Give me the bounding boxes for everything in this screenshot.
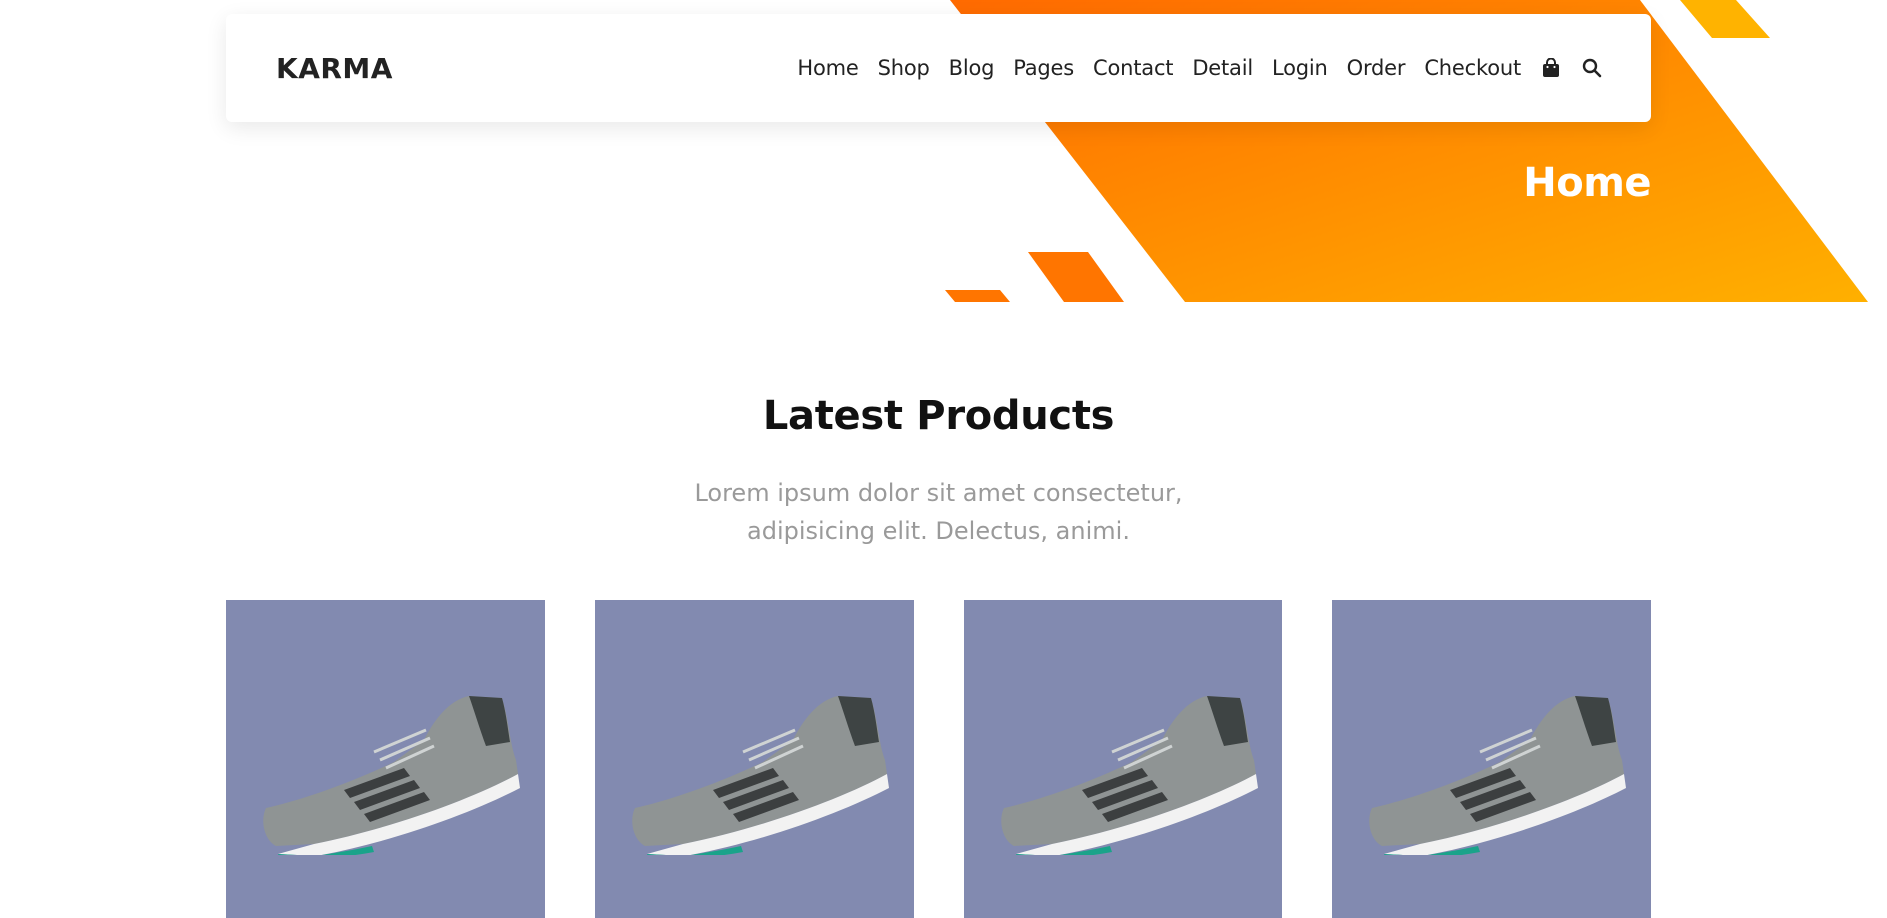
product-card[interactable] (226, 600, 545, 918)
section-title: Latest Products (762, 393, 1115, 439)
sneaker-image (1000, 696, 1258, 855)
sneaker-image (631, 696, 889, 855)
product-card[interactable] (1332, 600, 1651, 918)
sneaker-image (263, 696, 520, 855)
section-subtitle-line-1: Lorem ipsum dolor sit amet consectetur, (694, 479, 1183, 507)
section-subtitle-line-2: adipisicing elit. Delectus, animi. (747, 517, 1130, 545)
nav-login[interactable]: Login (1272, 56, 1328, 80)
nav-contact[interactable]: Contact (1093, 56, 1174, 80)
nav-pages[interactable]: Pages (1013, 56, 1074, 80)
nav-detail[interactable]: Detail (1192, 56, 1253, 80)
product-grid (226, 600, 1651, 918)
product-card[interactable] (963, 600, 1283, 918)
hero-title: Home (1523, 160, 1651, 206)
section-subtitle: Lorem ipsum dolor sit amet consectetur, … (0, 474, 1877, 550)
site-header: KARMA Home Shop Blog Pages Contact Detai… (226, 14, 1651, 122)
nav-checkout[interactable]: Checkout (1424, 56, 1521, 80)
nav-home[interactable]: Home (797, 56, 858, 80)
search-icon[interactable] (1581, 57, 1603, 79)
product-card[interactable] (594, 600, 914, 918)
page: KARMA Home Shop Blog Pages Contact Detai… (0, 0, 1887, 918)
nav-order[interactable]: Order (1347, 56, 1406, 80)
nav-blog[interactable]: Blog (949, 56, 995, 80)
site-logo[interactable]: KARMA (276, 52, 393, 85)
nav-shop[interactable]: Shop (878, 56, 930, 80)
main-nav: Home Shop Blog Pages Contact Detail Logi… (797, 56, 1603, 80)
shopping-bag-icon[interactable] (1540, 57, 1562, 79)
sneaker-image (1369, 696, 1627, 855)
